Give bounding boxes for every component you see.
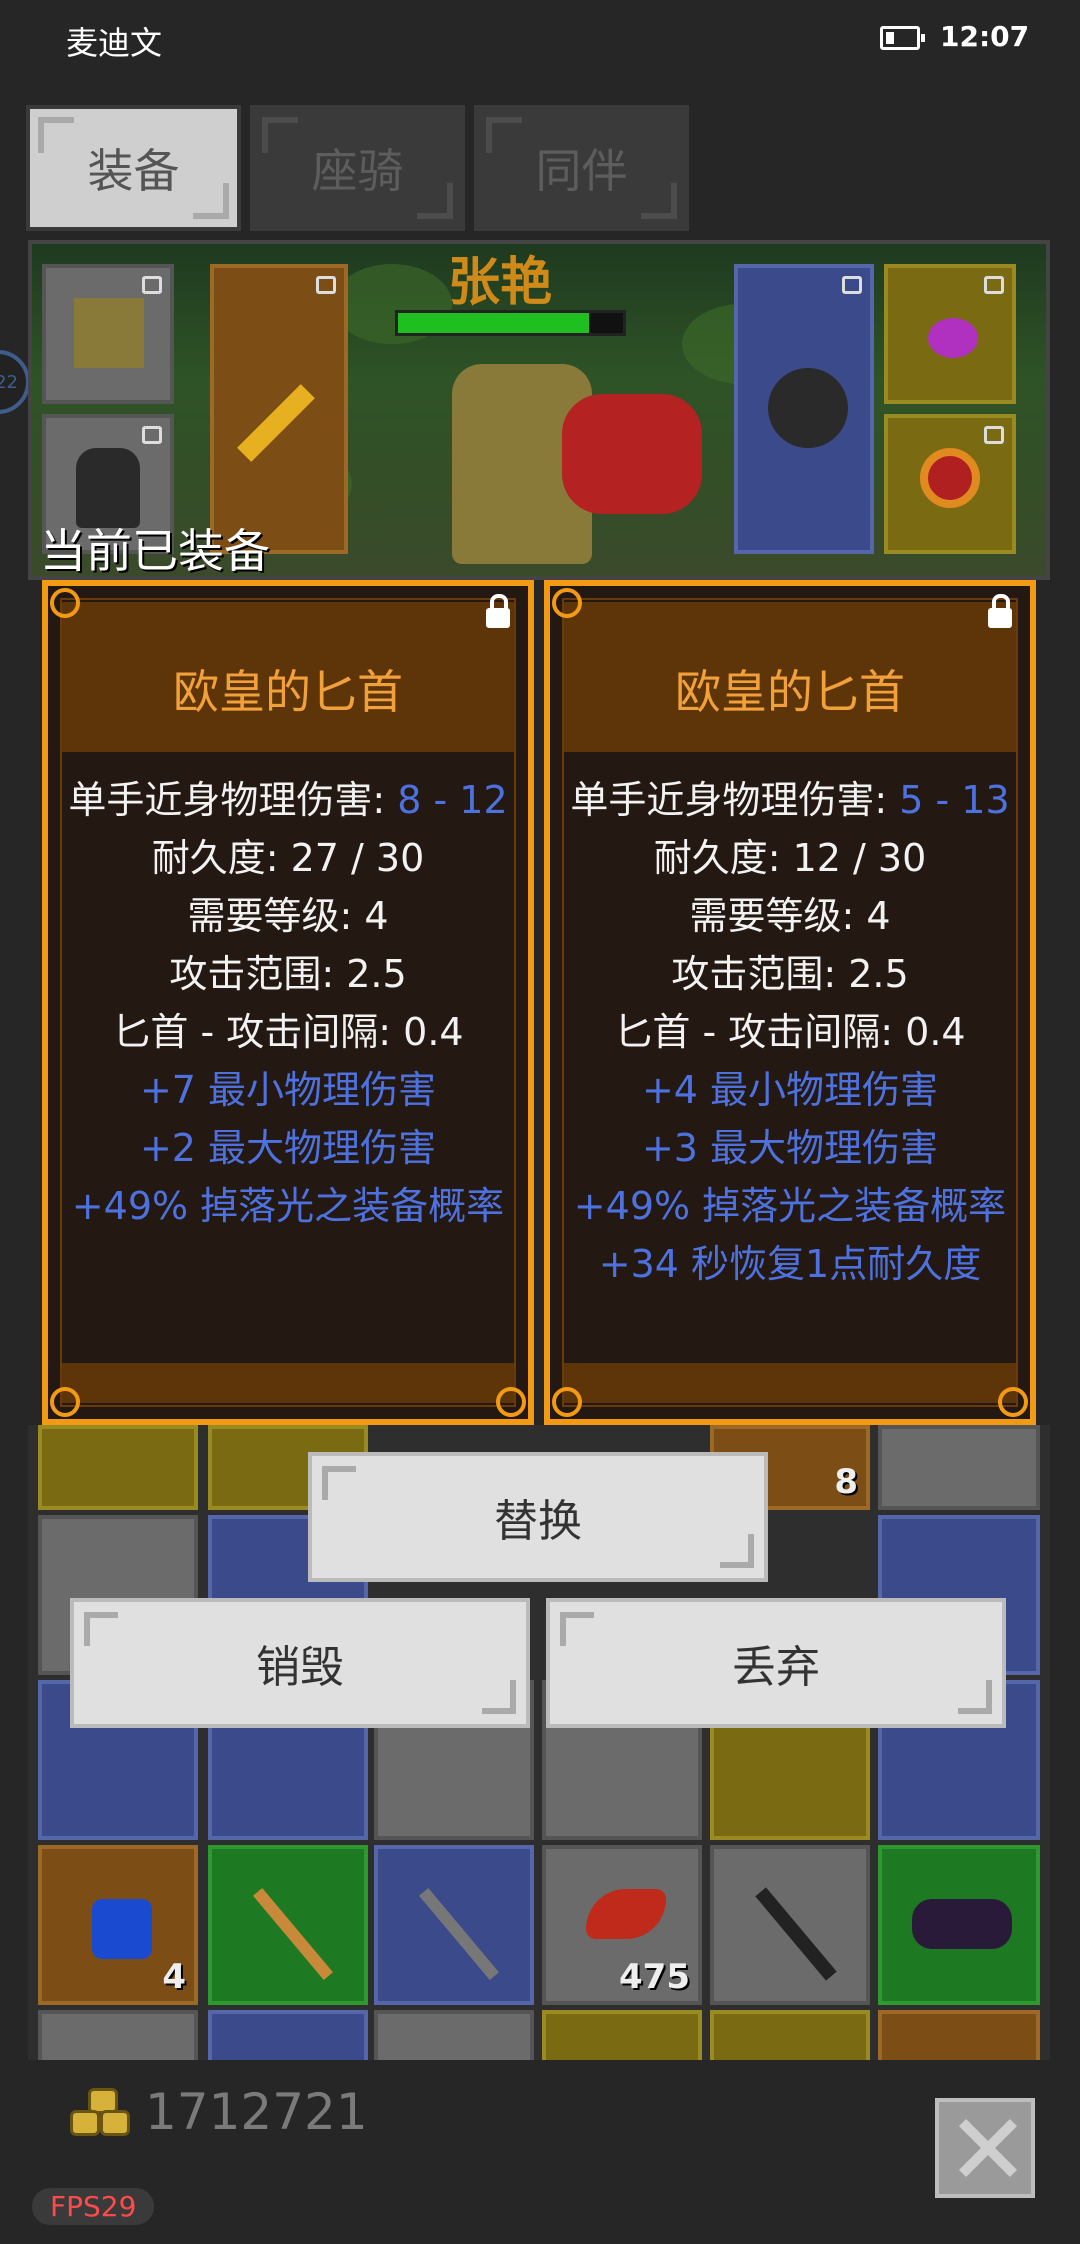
- stat-value: 8 - 12: [397, 778, 508, 822]
- inventory-slot[interactable]: [374, 2010, 534, 2060]
- side-level-badge[interactable]: 22: [0, 350, 30, 414]
- tab-equipment-label: 装备: [87, 144, 180, 198]
- equip-slot-necklace[interactable]: [884, 264, 1016, 404]
- discard-button-label: 丢弃: [732, 1642, 820, 1693]
- hp-bar-fill: [398, 313, 590, 333]
- hp-bar: [395, 310, 626, 336]
- replace-button[interactable]: 替换: [308, 1452, 768, 1582]
- pickaxe-icon: [253, 1888, 333, 1980]
- tab-equipment[interactable]: 装备: [26, 105, 241, 231]
- stat-line: 攻击范围: 2.5: [671, 952, 909, 996]
- stat-label: 单手近身物理伤害:: [570, 778, 900, 822]
- inventory-slot[interactable]: [38, 1425, 198, 1510]
- inventory-slot[interactable]: [710, 1845, 870, 2005]
- lock-icon[interactable]: [988, 594, 1012, 628]
- equipped-item-card: 欧皇的匕首 单手近身物理伤害: 8 - 12 耐久度: 27 / 30 需要等级…: [42, 580, 534, 1425]
- amulet-icon: [928, 318, 978, 358]
- inventory-slot[interactable]: 475: [542, 1845, 702, 2005]
- inventory-slot[interactable]: [710, 2010, 870, 2060]
- mace-icon: [768, 368, 848, 448]
- stat-line: 耐久度: 27 / 30: [151, 836, 425, 880]
- stat-line: 匕首 - 攻击间隔: 0.4: [112, 1010, 464, 1054]
- close-button[interactable]: [935, 2098, 1035, 2198]
- inventory-slot[interactable]: [208, 1845, 368, 2005]
- tab-companion[interactable]: 同伴: [474, 105, 689, 231]
- stat-line: 需要等级: 4: [689, 894, 891, 938]
- replace-button-label: 替换: [494, 1496, 582, 1547]
- inventory-slot[interactable]: [878, 1425, 1040, 1510]
- tab-companion-label: 同伴: [535, 144, 628, 198]
- equip-slot-ring[interactable]: [884, 414, 1016, 554]
- stat-line: 攻击范围: 2.5: [169, 952, 407, 996]
- bonus-line: +7 最小物理伤害: [139, 1068, 437, 1112]
- item-stats: 单手近身物理伤害: 5 - 13 耐久度: 12 / 30 需要等级: 4 攻击…: [550, 771, 1030, 1293]
- stat-line: 需要等级: 4: [187, 894, 389, 938]
- lock-icon: [142, 276, 162, 294]
- equip-slot-weapon[interactable]: [210, 264, 348, 554]
- sapphire-icon: [92, 1899, 152, 1959]
- stat-line: 匕首 - 攻击间隔: 0.4: [614, 1010, 966, 1054]
- side-level-badge-text: 22: [0, 371, 18, 393]
- bonus-line: +34 秒恢复1点耐久度: [598, 1242, 982, 1286]
- item-quantity: 4: [162, 1957, 186, 1997]
- gold-coin-icon: [70, 2088, 130, 2138]
- item-title: 欧皇的匕首: [675, 665, 905, 719]
- tab-mount[interactable]: 座骑: [250, 105, 465, 231]
- bonus-line: +3 最大物理伤害: [641, 1126, 939, 1170]
- bonus-line: +2 最大物理伤害: [139, 1126, 437, 1170]
- inventory-slot[interactable]: [878, 2010, 1040, 2060]
- ring-icon: [920, 448, 980, 508]
- meat-icon: [586, 1889, 666, 1939]
- helmet-icon: [74, 298, 144, 368]
- destroy-button[interactable]: 销毁: [70, 1598, 530, 1728]
- lock-icon: [984, 426, 1004, 444]
- character-name: 张艳: [448, 253, 553, 313]
- lock-icon[interactable]: [486, 594, 510, 628]
- bonus-line: +49% 掉落光之装备概率: [71, 1184, 505, 1228]
- carrier-name: 麦迪文: [66, 24, 163, 62]
- axe-icon: [419, 1888, 499, 1980]
- item-stats: 单手近身物理伤害: 8 - 12 耐久度: 27 / 30 需要等级: 4 攻击…: [48, 771, 528, 1235]
- battery-icon: [880, 26, 925, 50]
- item-title: 欧皇的匕首: [173, 665, 403, 719]
- item-quantity: 8: [834, 1462, 858, 1502]
- pet-dragon-sprite: [562, 394, 702, 514]
- equipped-label: 当前已装备: [40, 524, 270, 578]
- bonus-line: +4 最小物理伤害: [641, 1068, 939, 1112]
- item-quantity: 475: [619, 1957, 690, 1997]
- lock-icon: [316, 276, 336, 294]
- stat-value: 5 - 13: [899, 778, 1010, 822]
- club-icon: [755, 1887, 837, 1981]
- new-item-card: 欧皇的匕首 单手近身物理伤害: 5 - 13 耐久度: 12 / 30 需要等级…: [544, 580, 1036, 1425]
- inventory-slot[interactable]: [878, 1845, 1040, 2005]
- lock-icon: [842, 276, 862, 294]
- inventory-slot[interactable]: [542, 2010, 702, 2060]
- stat-label: 单手近身物理伤害:: [68, 778, 398, 822]
- status-bar: 麦迪文 12:07: [0, 0, 1080, 80]
- cloak-icon: [912, 1899, 1012, 1949]
- lock-icon: [142, 426, 162, 444]
- fps-counter: FPS29: [32, 2188, 155, 2225]
- inventory-slot[interactable]: [374, 1845, 534, 2005]
- equip-slot-helmet[interactable]: [42, 264, 174, 404]
- inventory-slot[interactable]: [208, 2010, 368, 2060]
- clock: 12:07: [940, 20, 1030, 53]
- bonus-line: +49% 掉落光之装备概率: [573, 1184, 1007, 1228]
- discard-button[interactable]: 丢弃: [546, 1598, 1006, 1728]
- stat-line: 耐久度: 12 / 30: [653, 836, 927, 880]
- gold-amount: 1712721: [145, 2083, 368, 2141]
- inventory-slot[interactable]: 4: [38, 1845, 198, 2005]
- tab-mount-label: 座骑: [311, 144, 404, 198]
- inventory-slot[interactable]: [38, 2010, 198, 2060]
- dagger-icon: [237, 384, 315, 462]
- destroy-button-label: 销毁: [256, 1642, 344, 1693]
- lock-icon: [984, 276, 1004, 294]
- equip-slot-offhand[interactable]: [734, 264, 874, 554]
